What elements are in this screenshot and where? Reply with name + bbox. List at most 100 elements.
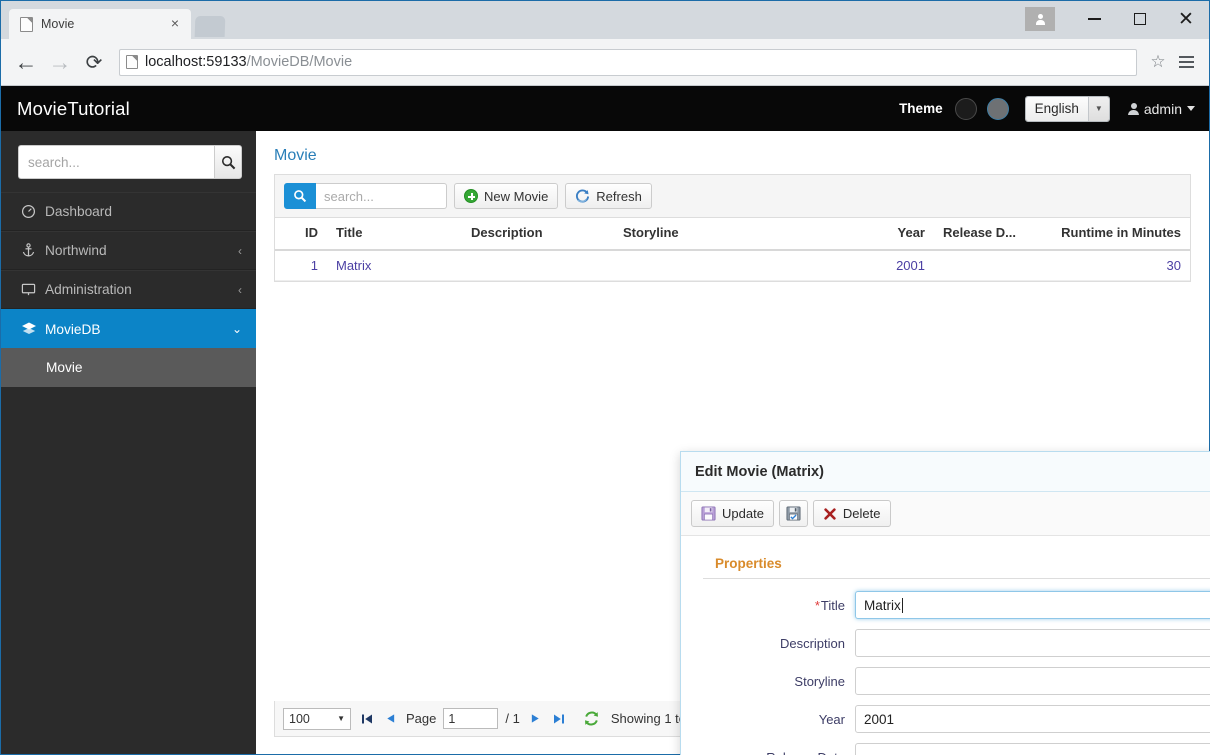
first-page-icon[interactable] bbox=[358, 713, 375, 725]
browser-navbar: ← → ⟳ localhost:59133 /MovieDB/Movie ☆ bbox=[1, 39, 1209, 86]
new-tab-button[interactable] bbox=[195, 16, 226, 37]
col-runtime[interactable]: Runtime in Minutes bbox=[1025, 218, 1190, 250]
save-icon bbox=[786, 506, 801, 521]
page-number-input[interactable] bbox=[443, 708, 498, 729]
sidebar-search-button[interactable] bbox=[214, 145, 242, 179]
delete-x-icon bbox=[823, 507, 837, 521]
sidebar-item-dashboard[interactable]: Dashboard bbox=[1, 192, 256, 231]
sidebar-item-movie[interactable]: Movie bbox=[1, 348, 256, 387]
title-input[interactable]: Matrix bbox=[855, 591, 1210, 619]
refresh-icon bbox=[575, 189, 590, 204]
reload-icon[interactable]: ⟳ bbox=[79, 47, 109, 77]
chevron-down-icon: ▼ bbox=[337, 714, 345, 723]
release-date-wrapper bbox=[855, 743, 1210, 755]
quick-search-button[interactable] bbox=[284, 183, 316, 209]
col-id[interactable]: ID bbox=[275, 218, 327, 250]
new-movie-button[interactable]: New Movie bbox=[454, 183, 558, 209]
sidebar-search-input[interactable] bbox=[18, 145, 214, 179]
theme-swatch-gray[interactable] bbox=[987, 98, 1009, 120]
col-title[interactable]: Title bbox=[327, 218, 462, 250]
maximize-button[interactable] bbox=[1117, 1, 1163, 37]
sidebar-item-northwind[interactable]: Northwind ‹ bbox=[1, 231, 256, 270]
chevron-left-icon: ‹ bbox=[238, 244, 242, 258]
new-movie-label: New Movie bbox=[484, 189, 548, 204]
prev-page-icon[interactable] bbox=[382, 713, 399, 724]
browser-tab[interactable]: Movie × bbox=[9, 9, 191, 39]
release-date-input[interactable] bbox=[855, 743, 1210, 755]
description-input[interactable] bbox=[855, 629, 1210, 657]
table-header-row: ID Title Description Storyline Year Rele… bbox=[275, 218, 1190, 250]
app-body: Dashboard Northwind ‹ bbox=[1, 131, 1209, 754]
field-row-description: Description bbox=[703, 629, 1210, 657]
quick-search-input[interactable] bbox=[316, 183, 447, 209]
text-cursor bbox=[902, 598, 903, 613]
page-title: Movie bbox=[256, 131, 1209, 174]
edit-movie-dialog: Edit Movie (Matrix) bbox=[680, 451, 1210, 755]
sidebar: Dashboard Northwind ‹ bbox=[1, 131, 256, 754]
col-description[interactable]: Description bbox=[462, 218, 614, 250]
page-icon bbox=[20, 17, 33, 32]
save-icon bbox=[701, 506, 716, 521]
theme-swatch-dark[interactable] bbox=[955, 98, 977, 120]
cell-description bbox=[462, 250, 614, 281]
user-menu[interactable]: admin bbox=[1128, 101, 1195, 117]
minimize-button[interactable] bbox=[1071, 1, 1117, 37]
main-content: Movie bbox=[256, 131, 1209, 754]
dialog-title: Edit Movie (Matrix) bbox=[695, 464, 824, 480]
sidebar-subitem-label: Movie bbox=[46, 360, 83, 375]
close-icon[interactable]: × bbox=[167, 16, 183, 32]
forward-icon[interactable]: → bbox=[45, 47, 75, 77]
language-selector[interactable]: English ▼ bbox=[1025, 96, 1110, 122]
col-storyline[interactable]: Storyline bbox=[614, 218, 864, 250]
browser-tab-title: Movie bbox=[41, 17, 167, 31]
field-label-storyline: Storyline bbox=[703, 674, 855, 689]
bookmark-star-icon[interactable]: ☆ bbox=[1145, 49, 1171, 75]
properties-section-title: Properties bbox=[703, 550, 1210, 579]
address-bar[interactable]: localhost:59133 /MovieDB/Movie bbox=[119, 49, 1137, 76]
refresh-button[interactable]: Refresh bbox=[565, 183, 652, 209]
sidebar-item-moviedb[interactable]: MovieDB ⌄ bbox=[1, 309, 256, 348]
last-page-icon[interactable] bbox=[551, 713, 568, 725]
sidebar-item-administration[interactable]: Administration ‹ bbox=[1, 270, 256, 309]
year-input[interactable]: 2001 bbox=[855, 705, 1210, 733]
dashboard-icon bbox=[21, 204, 45, 219]
page-size-select[interactable]: 100 ▼ bbox=[283, 708, 351, 730]
required-marker: * bbox=[815, 598, 820, 613]
refresh-label: Refresh bbox=[596, 189, 642, 204]
anchor-icon bbox=[21, 243, 45, 258]
close-window-button[interactable]: ✕ bbox=[1163, 1, 1209, 37]
application: MovieTutorial Theme English ▼ admin bbox=[1, 86, 1209, 754]
menu-icon[interactable] bbox=[1173, 49, 1199, 75]
search-icon bbox=[293, 189, 307, 203]
delete-button[interactable]: Delete bbox=[813, 500, 891, 527]
chevron-down-icon: ⌄ bbox=[232, 322, 242, 336]
col-release-date[interactable]: Release D... bbox=[934, 218, 1025, 250]
sidebar-item-label: MovieDB bbox=[45, 322, 232, 337]
refresh-icon[interactable] bbox=[583, 710, 600, 727]
profile-icon[interactable] bbox=[1025, 7, 1055, 31]
save-button[interactable] bbox=[779, 500, 808, 527]
sidebar-item-label: Administration bbox=[45, 282, 238, 297]
table-row[interactable]: 1 Matrix 2001 30 bbox=[275, 250, 1190, 281]
window-controls: ✕ bbox=[1025, 1, 1209, 37]
layers-icon bbox=[21, 321, 45, 337]
monitor-icon bbox=[21, 282, 45, 297]
chevron-down-icon: ▼ bbox=[1088, 97, 1109, 121]
update-button[interactable]: Update bbox=[691, 500, 774, 527]
page-label: Page bbox=[406, 711, 436, 726]
url-path: /MovieDB/Movie bbox=[247, 54, 353, 70]
col-year[interactable]: Year bbox=[864, 218, 934, 250]
total-pages: / 1 bbox=[505, 711, 519, 726]
cell-storyline bbox=[614, 250, 864, 281]
next-page-icon[interactable] bbox=[527, 713, 544, 724]
sidebar-search bbox=[1, 131, 256, 192]
title-input-value: Matrix bbox=[864, 598, 901, 613]
back-icon[interactable]: ← bbox=[11, 47, 41, 77]
sidebar-filler bbox=[1, 387, 256, 754]
field-label-year: Year bbox=[703, 712, 855, 727]
cell-title[interactable]: Matrix bbox=[327, 250, 462, 281]
search-icon bbox=[221, 155, 236, 170]
storyline-input[interactable] bbox=[855, 667, 1210, 695]
dialog-toolbar: Update bbox=[681, 492, 1210, 536]
movies-table: ID Title Description Storyline Year Rele… bbox=[275, 218, 1190, 281]
